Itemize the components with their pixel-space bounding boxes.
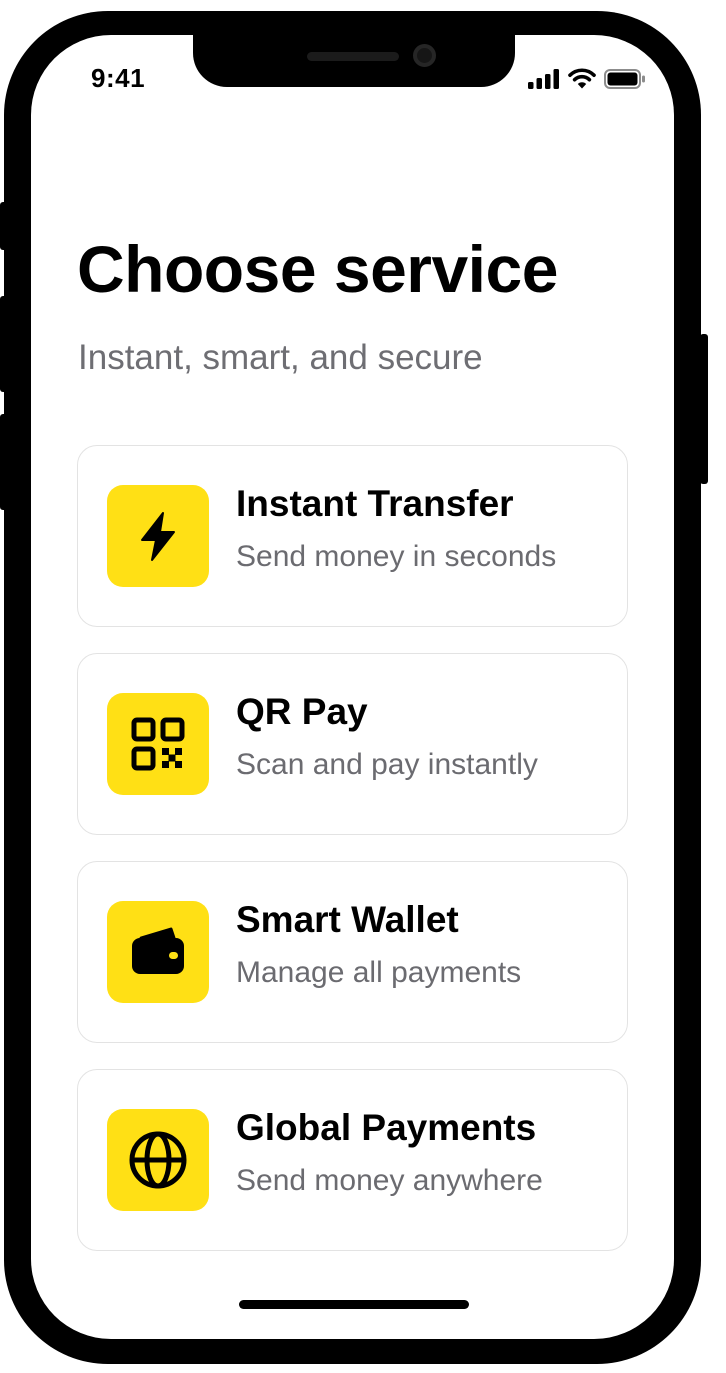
page-subtitle: Instant, smart, and secure	[78, 338, 483, 377]
wallet-icon	[107, 901, 209, 1003]
battery-icon	[604, 68, 646, 89]
service-title: QR Pay	[236, 691, 368, 732]
service-card-global-payments[interactable]: Global Payments Send money anywhere	[77, 1069, 628, 1251]
home-indicator[interactable]	[239, 1300, 469, 1309]
device-frame: 9:41 Choose service Instant, smart, and …	[0, 0, 726, 1373]
service-card-smart-wallet[interactable]: Smart Wallet Manage all payments	[77, 861, 628, 1043]
service-title: Instant Transfer	[236, 483, 514, 524]
notch	[193, 35, 515, 87]
service-description: Scan and pay instantly	[236, 748, 538, 781]
front-camera	[413, 44, 436, 67]
service-title: Global Payments	[236, 1107, 537, 1148]
lightning-bolt-icon	[107, 485, 209, 587]
service-card-qr-pay[interactable]: QR Pay Scan and pay instantly	[77, 653, 628, 835]
page-title: Choose service	[77, 232, 558, 306]
service-title: Smart Wallet	[236, 899, 459, 940]
cellular-signal-icon	[528, 68, 560, 89]
screen: 9:41 Choose service Instant, smart, and …	[31, 35, 674, 1339]
earpiece-speaker	[307, 52, 399, 61]
service-card-instant-transfer[interactable]: Instant Transfer Send money in seconds	[77, 445, 628, 627]
power-button	[700, 334, 708, 484]
globe-icon	[107, 1109, 209, 1211]
service-description: Send money in seconds	[236, 540, 557, 573]
service-description: Manage all payments	[236, 956, 522, 989]
wifi-icon	[568, 68, 596, 89]
status-icons	[528, 68, 646, 89]
phone-body: 9:41 Choose service Instant, smart, and …	[4, 11, 701, 1364]
status-time: 9:41	[91, 63, 146, 93]
qr-code-icon	[107, 693, 209, 795]
service-description: Send money anywhere	[236, 1164, 543, 1197]
